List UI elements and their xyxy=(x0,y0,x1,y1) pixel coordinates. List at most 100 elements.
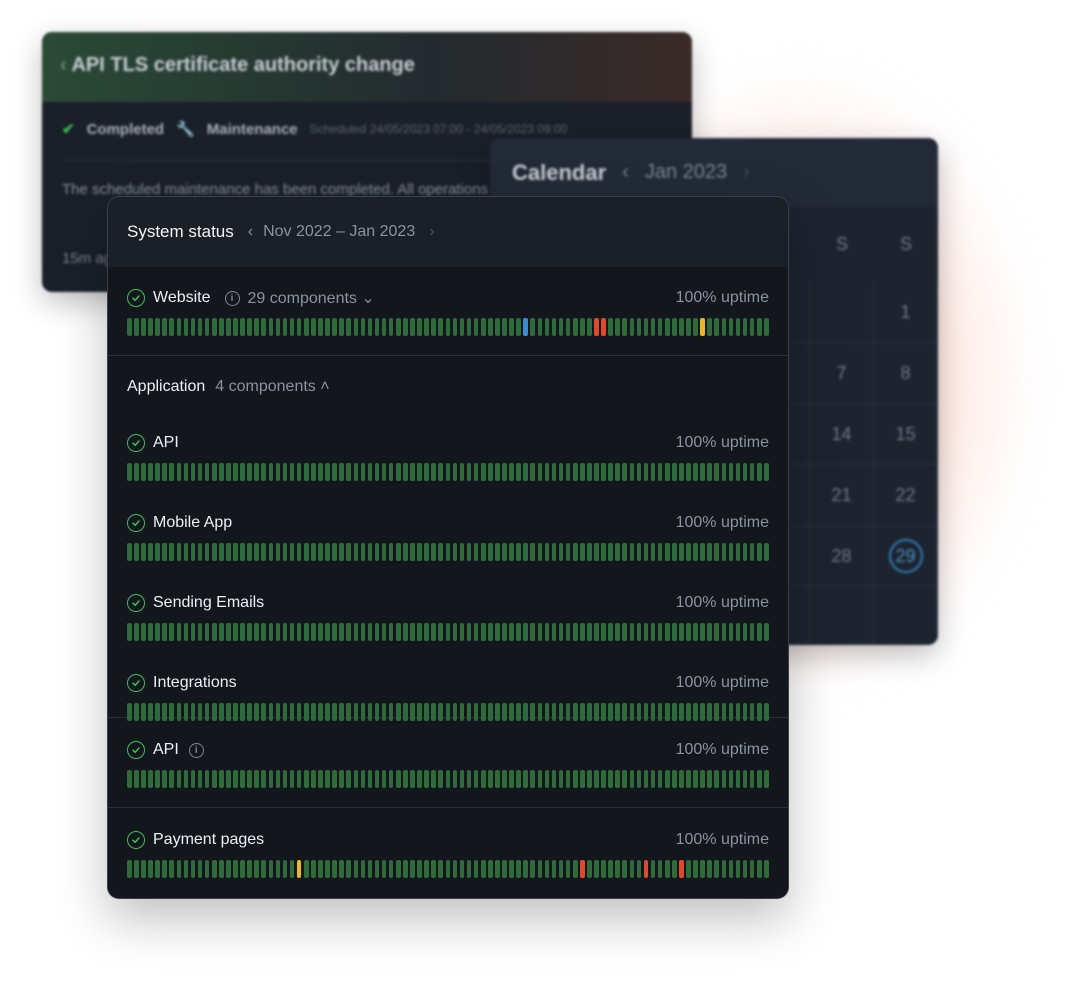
uptime-day-bar[interactable] xyxy=(587,623,592,641)
uptime-day-bar[interactable] xyxy=(523,860,528,878)
uptime-day-bar[interactable] xyxy=(664,770,670,788)
uptime-day-bar[interactable] xyxy=(289,860,295,878)
uptime-day-bar[interactable] xyxy=(438,543,444,561)
uptime-day-bar[interactable] xyxy=(466,543,472,561)
uptime-day-bar[interactable] xyxy=(523,463,528,481)
uptime-day-bar[interactable] xyxy=(650,770,656,788)
uptime-day-bar[interactable] xyxy=(544,703,550,721)
uptime-day-bar[interactable] xyxy=(749,318,755,336)
uptime-day-bar[interactable] xyxy=(452,703,458,721)
uptime-day-bar[interactable] xyxy=(615,463,620,481)
uptime-day-bar[interactable] xyxy=(403,703,408,721)
uptime-day-bar[interactable] xyxy=(572,318,578,336)
uptime-day-bar[interactable] xyxy=(431,703,436,721)
uptime-day-bar[interactable] xyxy=(629,318,635,336)
uptime-day-bar[interactable] xyxy=(332,860,337,878)
uptime-day-bar[interactable] xyxy=(388,770,394,788)
uptime-day-bar[interactable] xyxy=(565,860,571,878)
uptime-day-bar[interactable] xyxy=(572,770,578,788)
uptime-day-bar[interactable] xyxy=(360,770,366,788)
uptime-day-bar[interactable] xyxy=(289,703,295,721)
uptime-day-bar[interactable] xyxy=(509,543,514,561)
uptime-day-bar[interactable] xyxy=(679,860,684,878)
uptime-day-bar[interactable] xyxy=(395,703,401,721)
uptime-day-bar[interactable] xyxy=(403,770,408,788)
uptime-day-bar[interactable] xyxy=(141,463,146,481)
uptime-day-bar[interactable] xyxy=(452,543,458,561)
uptime-day-bar[interactable] xyxy=(445,860,451,878)
uptime-day-bar[interactable] xyxy=(261,860,267,878)
uptime-day-bar[interactable] xyxy=(169,543,175,561)
uptime-day-bar[interactable] xyxy=(303,860,309,878)
uptime-day-bar[interactable] xyxy=(190,860,196,878)
uptime-day-bar[interactable] xyxy=(735,703,741,721)
uptime-day-bar[interactable] xyxy=(558,770,564,788)
uptime-day-bar[interactable] xyxy=(721,318,727,336)
uptime-day-bar[interactable] xyxy=(303,770,309,788)
uptime-day-bar[interactable] xyxy=(148,703,153,721)
uptime-day-bar[interactable] xyxy=(162,463,167,481)
uptime-day-bar[interactable] xyxy=(233,543,238,561)
uptime-day-bar[interactable] xyxy=(523,770,528,788)
uptime-day-bar[interactable] xyxy=(374,543,380,561)
uptime-day-bar[interactable] xyxy=(162,318,167,336)
uptime-day-bar[interactable] xyxy=(650,463,656,481)
uptime-day-bar[interactable] xyxy=(544,463,550,481)
uptime-day-bar[interactable] xyxy=(622,318,628,336)
uptime-day-bar[interactable] xyxy=(473,703,479,721)
uptime-day-bar[interactable] xyxy=(197,703,203,721)
uptime-day-bar[interactable] xyxy=(247,770,252,788)
uptime-day-bar[interactable] xyxy=(403,318,408,336)
uptime-day-bar[interactable] xyxy=(438,770,444,788)
uptime-day-bar[interactable] xyxy=(275,703,281,721)
uptime-day-bar[interactable] xyxy=(226,543,231,561)
uptime-day-bar[interactable] xyxy=(502,703,507,721)
uptime-day-bar[interactable] xyxy=(360,543,366,561)
uptime-day-bar[interactable] xyxy=(728,543,734,561)
uptime-day-bar[interactable] xyxy=(367,770,373,788)
uptime-day-bar[interactable] xyxy=(388,463,394,481)
uptime-day-bar[interactable] xyxy=(289,623,295,641)
uptime-day-bar[interactable] xyxy=(395,463,401,481)
uptime-day-bar[interactable] xyxy=(749,770,755,788)
uptime-day-bar[interactable] xyxy=(353,318,359,336)
uptime-day-bar[interactable] xyxy=(608,463,613,481)
uptime-day-bar[interactable] xyxy=(544,860,550,878)
uptime-day-bar[interactable] xyxy=(629,860,635,878)
uptime-day-bar[interactable] xyxy=(431,463,436,481)
uptime-day-bar[interactable] xyxy=(374,463,380,481)
uptime-day-bar[interactable] xyxy=(155,318,160,336)
uptime-day-bar[interactable] xyxy=(176,543,182,561)
uptime-day-bar[interactable] xyxy=(487,543,493,561)
uptime-day-bar[interactable] xyxy=(516,703,521,721)
uptime-day-bar[interactable] xyxy=(686,318,691,336)
uptime-day-bar[interactable] xyxy=(495,463,500,481)
uptime-day-bar[interactable] xyxy=(643,318,649,336)
uptime-day-bar[interactable] xyxy=(155,623,160,641)
uptime-day-bar[interactable] xyxy=(672,703,677,721)
uptime-day-bar[interactable] xyxy=(601,623,606,641)
uptime-day-bar[interactable] xyxy=(169,703,175,721)
uptime-day-bar[interactable] xyxy=(664,318,670,336)
uptime-day-bar[interactable] xyxy=(530,543,536,561)
uptime-day-bar[interactable] xyxy=(197,543,203,561)
uptime-day-bar[interactable] xyxy=(226,318,231,336)
uptime-day-bar[interactable] xyxy=(473,318,479,336)
uptime-day-bar[interactable] xyxy=(445,318,451,336)
uptime-day-bar[interactable] xyxy=(502,463,507,481)
uptime-day-bar[interactable] xyxy=(381,860,387,878)
uptime-day-bar[interactable] xyxy=(487,703,493,721)
uptime-day-bar[interactable] xyxy=(764,623,769,641)
uptime-day-bar[interactable] xyxy=(360,318,366,336)
uptime-day-bar[interactable] xyxy=(303,318,309,336)
uptime-day-bar[interactable] xyxy=(240,860,245,878)
uptime-day-bar[interactable] xyxy=(197,860,203,878)
uptime-day-bar[interactable] xyxy=(303,543,309,561)
next-range-icon[interactable]: › xyxy=(429,223,434,241)
uptime-day-bar[interactable] xyxy=(679,463,684,481)
uptime-day-bar[interactable] xyxy=(565,770,571,788)
uptime-day-bar[interactable] xyxy=(601,770,606,788)
uptime-day-bar[interactable] xyxy=(275,463,281,481)
uptime-day-bar[interactable] xyxy=(643,860,649,878)
uptime-day-bar[interactable] xyxy=(325,623,330,641)
